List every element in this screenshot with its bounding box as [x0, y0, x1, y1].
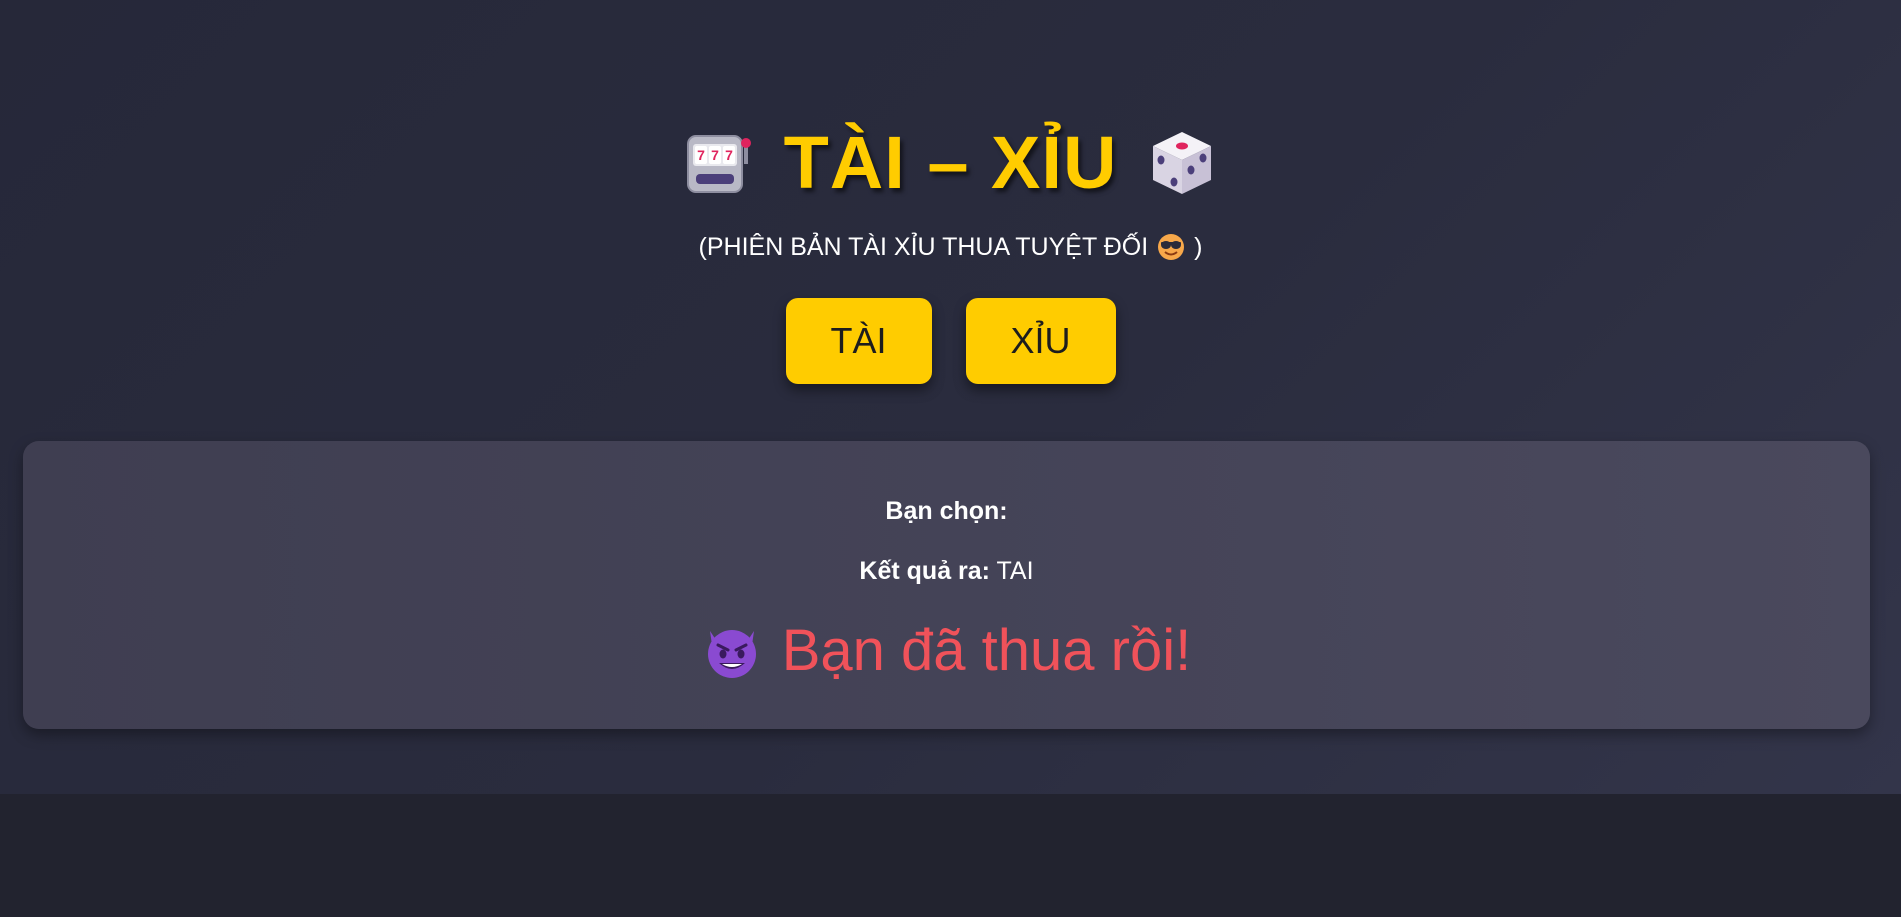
tai-button[interactable]: TÀI: [785, 298, 932, 384]
subtitle-close: ): [1194, 232, 1203, 261]
outcome-value: TAI: [996, 557, 1034, 585]
subtitle-text: (PHIÊN BẢN TÀI XỈU THUA TUYỆT ĐỐI: [698, 232, 1149, 261]
svg-text:7: 7: [711, 147, 719, 163]
choice-buttons: TÀI XỈU: [0, 298, 1901, 384]
outcome-row: Kết quả ra: TAI: [23, 557, 1870, 586]
game-page: 7 7 7 TÀI – XỈU (PHIÊN BẢN TÀI XỈU THUA …: [0, 0, 1901, 794]
xiu-button[interactable]: XỈU: [965, 298, 1116, 384]
choice-label: Bạn chọn:: [885, 497, 1008, 525]
choice-row: Bạn chọn:: [23, 497, 1870, 526]
title-row: 7 7 7 TÀI – XỈU: [0, 118, 1901, 208]
dice-icon: [1153, 132, 1212, 194]
outcome-label: Kết quả ra:: [859, 557, 991, 585]
game-title: TÀI – XỈU: [783, 121, 1118, 204]
slot-machine-icon: 7 7 7: [686, 135, 751, 193]
svg-text:7: 7: [725, 147, 733, 163]
subtitle: (PHIÊN BẢN TÀI XỈU THUA TUYỆT ĐỐI ): [0, 232, 1901, 262]
devil-face-icon: [707, 630, 756, 678]
result-card: Bạn chọn: Kết quả ra: TAI Bạn đã thua rồ…: [23, 441, 1870, 729]
cool-face-icon: [1158, 234, 1185, 260]
svg-text:7: 7: [697, 147, 705, 163]
lose-message: Bạn đã thua rồi!: [781, 618, 1192, 683]
lose-message-row: Bạn đã thua rồi!: [23, 621, 1870, 681]
page-footer-band: [0, 794, 1901, 917]
